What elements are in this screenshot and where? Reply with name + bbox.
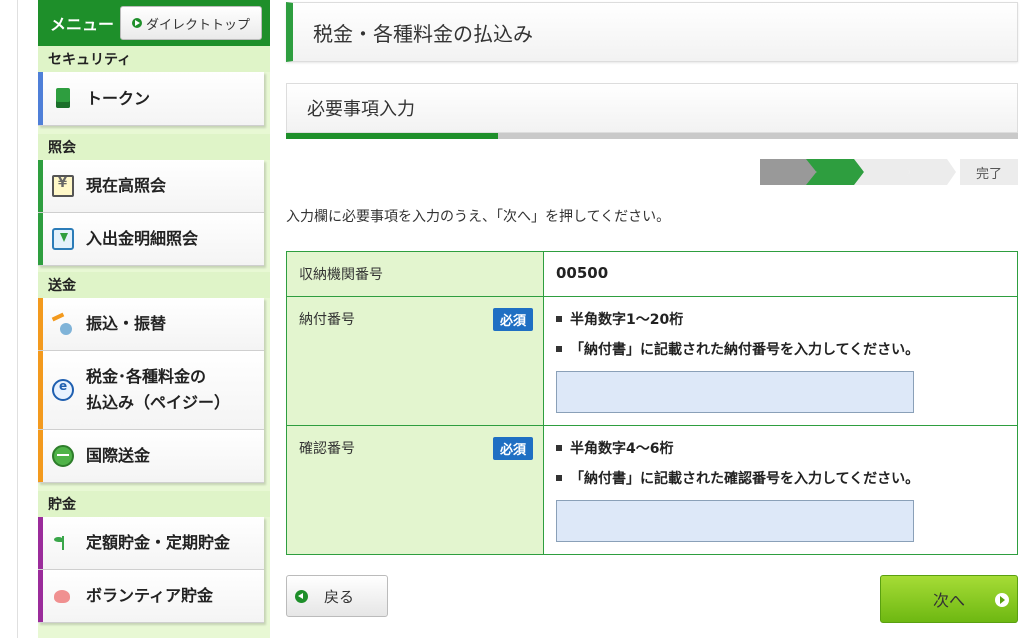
confirmation-number-input[interactable] xyxy=(556,500,914,542)
sidebar-item-fixed-savings[interactable]: 定額貯金・定期貯金 xyxy=(38,517,264,570)
section-savings: 貯金 xyxy=(38,491,270,517)
sidebar-item-payeasy[interactable]: 税金･各種料金の 払込み（ペイジー） xyxy=(38,351,264,430)
sidebar-item-detail[interactable]: 入出金明細照会 xyxy=(38,213,264,266)
section-security: セキュリティ xyxy=(38,46,270,72)
progress-bar-fill xyxy=(286,133,499,139)
bullet-square-icon xyxy=(556,346,562,352)
row-payment-number: 納付番号 必須 半角数字1～20桁 「納付書」に記載された納付番号を入力してくだ… xyxy=(286,296,1018,426)
sidebar-item-label: ボランティア貯金 xyxy=(86,586,214,606)
next-button-label: 次へ xyxy=(932,591,965,610)
sidebar-menu: メニュー ダイレクトトップ セキュリティ トークン 照会 現在高照会 入出金明細… xyxy=(38,0,270,638)
back-button[interactable]: 戻る xyxy=(286,575,388,617)
step-title: 必要事項入力 xyxy=(307,99,415,120)
institution-number-label: 収納機関番号 xyxy=(286,251,544,297)
section-inquiry: 照会 xyxy=(38,134,270,160)
main-content: 税金・各種料金の払込み 必要事項入力 完了 入力欄に必要事項を入力のうえ、「次へ… xyxy=(286,0,1018,638)
section-remittance: 送金 xyxy=(38,272,270,298)
page-title: 税金・各種料金の払込み xyxy=(313,21,533,46)
sidebar-item-transfer[interactable]: 振込・振替 xyxy=(38,298,264,351)
page-title-bar: 税金・各種料金の払込み xyxy=(286,2,1018,62)
payment-number-label-cell: 納付番号 必須 xyxy=(286,296,544,426)
rule-text: 半角数字1～20桁 xyxy=(570,312,684,328)
sidebar-item-volunteer[interactable]: ボランティア貯金 xyxy=(38,570,264,623)
transfer-arrow-icon xyxy=(52,313,74,335)
payment-number-input[interactable] xyxy=(556,371,914,413)
page-left-border xyxy=(17,0,18,638)
sidebar-item-label: 税金･各種料金の 払込み（ペイジー） xyxy=(86,364,230,415)
globe-icon xyxy=(52,445,74,467)
progress-bar xyxy=(286,133,1018,139)
menu-title: メニュー xyxy=(50,15,115,34)
sidebar-item-label: 定額貯金・定期貯金 xyxy=(86,533,231,553)
direct-top-label: ダイレクトトップ xyxy=(146,17,251,33)
arrow-right-circle-icon xyxy=(995,593,1009,607)
direct-top-button[interactable]: ダイレクトトップ xyxy=(120,6,263,40)
confirmation-number-label-cell: 確認番号 必須 xyxy=(286,425,544,555)
payment-number-field-cell: 半角数字1～20桁 「納付書」に記載された納付番号を入力してください。 xyxy=(543,296,1018,426)
sidebar-item-balance[interactable]: 現在高照会 xyxy=(38,160,264,213)
next-button[interactable]: 次へ xyxy=(880,575,1018,623)
sidebar-item-label: 振込・振替 xyxy=(86,314,167,334)
payment-number-label: 納付番号 xyxy=(299,312,355,328)
row-institution-number: 収納機関番号 00500 xyxy=(286,251,1018,297)
sidebar-item-label: 現在高照会 xyxy=(86,176,167,196)
bullet-square-icon xyxy=(556,316,562,322)
confirmation-number-field-cell: 半角数字4～6桁 「納付書」に記載された確認番号を入力してください。 xyxy=(543,425,1018,555)
rule-text: 「納付書」に記載された確認番号を入力してください。 xyxy=(570,471,920,487)
sidebar-item-label: 国際送金 xyxy=(86,446,151,466)
arrow-left-circle-icon xyxy=(295,589,308,603)
confirmation-number-rule-source: 「納付書」に記載された確認番号を入力してください。 xyxy=(556,468,1005,488)
required-badge: 必須 xyxy=(492,437,533,460)
bullet-square-icon xyxy=(556,445,562,451)
instruction-text: 入力欄に必要事項を入力のうえ、「次へ」を押してください。 xyxy=(286,209,671,225)
payeasy-label-line2: 払込み（ペイジー） xyxy=(86,393,231,412)
payment-number-rule-source: 「納付書」に記載された納付番号を入力してください。 xyxy=(556,339,1005,359)
step-indicator: 完了 xyxy=(760,159,1018,185)
row-confirmation-number: 確認番号 必須 半角数字4～6桁 「納付書」に記載された確認番号を入力してくださ… xyxy=(286,425,1018,555)
heart-hands-icon xyxy=(52,585,74,607)
token-device-icon xyxy=(52,87,74,110)
sidebar-item-international[interactable]: 国際送金 xyxy=(38,430,264,483)
sidebar-item-label: 入出金明細照会 xyxy=(86,229,199,249)
bullet-square-icon xyxy=(556,475,562,481)
required-badge: 必須 xyxy=(492,308,533,331)
confirmation-number-rule-digits: 半角数字4～6桁 xyxy=(556,438,1005,458)
yen-document-icon xyxy=(52,175,74,197)
payment-form-table: 収納機関番号 00500 納付番号 必須 半角数字1～20桁 「納付書」に記載さ… xyxy=(286,251,1018,555)
back-button-label: 戻る xyxy=(324,587,355,606)
sidebar-item-label: トークン xyxy=(86,88,151,108)
payeasy-label-line1: 税金･各種料金の xyxy=(86,367,207,387)
download-tray-icon xyxy=(52,228,74,250)
sprout-icon xyxy=(52,532,74,554)
menu-header: メニュー ダイレクトトップ xyxy=(38,0,270,46)
institution-number-value: 00500 xyxy=(543,251,1018,297)
payment-number-rule-digits: 半角数字1～20桁 xyxy=(556,309,1005,329)
step-title-bar: 必要事項入力 xyxy=(286,83,1018,133)
play-circle-icon xyxy=(132,18,142,28)
pay-easy-logo-icon xyxy=(52,379,74,401)
rule-text: 半角数字4～6桁 xyxy=(570,441,674,457)
sidebar-item-token[interactable]: トークン xyxy=(38,72,264,126)
confirmation-number-label: 確認番号 xyxy=(299,441,355,457)
step-done: 完了 xyxy=(960,159,1018,185)
rule-text: 「納付書」に記載された納付番号を入力してください。 xyxy=(570,342,920,358)
step-1-completed xyxy=(760,159,816,185)
